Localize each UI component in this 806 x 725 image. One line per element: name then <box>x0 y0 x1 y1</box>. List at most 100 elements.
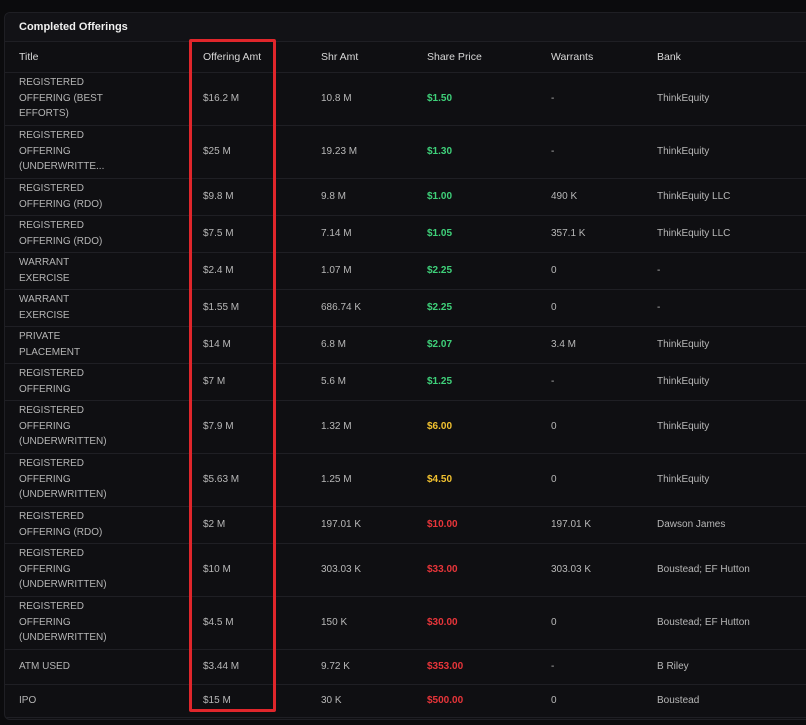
row-title: REGISTERED OFFERING (UNDERWRITTE... <box>5 125 189 179</box>
offerings-table: Title Offering Amt Shr Amt Share Price W… <box>5 42 806 718</box>
row-offering-amt: $25 M <box>189 125 321 179</box>
row-offering-amt: $7.9 M <box>189 400 321 454</box>
row-shr-amt: 19.23 M <box>321 125 427 179</box>
row-bank: Boustead; EF Hutton <box>657 596 806 650</box>
row-bank: ThinkEquity <box>657 125 806 179</box>
row-warrants: - <box>551 649 657 685</box>
row-shr-amt: 6.8 M <box>321 326 427 364</box>
row-bank: - <box>657 252 806 290</box>
table-row[interactable]: WARRANT EXERCISE $1.55 M 686.74 K $2.25 0- <box>5 289 806 327</box>
column-header-title[interactable]: Title <box>5 42 189 73</box>
row-warrants: 0 <box>551 400 657 454</box>
row-offering-amt: $9.8 M <box>189 178 321 216</box>
row-bank: ThinkEquity <box>657 453 806 507</box>
table-row[interactable]: REGISTERED OFFERING (UNDERWRITTEN) $10 M3… <box>5 543 806 597</box>
column-header-share-price[interactable]: Share Price <box>427 42 551 73</box>
table-row[interactable]: REGISTERED OFFERING (RDO) $7.5 M 7.14 M $1.… <box>5 215 806 253</box>
row-shr-amt: 30 K <box>321 684 427 718</box>
row-shr-amt: 5.6 M <box>321 363 427 401</box>
row-warrants: 0 <box>551 289 657 327</box>
row-bank: Boustead <box>657 684 806 718</box>
row-offering-amt: $5.63 M <box>189 453 321 507</box>
row-bank: ThinkEquity LLC <box>657 215 806 253</box>
table-row[interactable]: ATM USED $3.44 M 9.72 K $353.00- B Riley <box>5 649 806 685</box>
row-share-price: $2.25 <box>427 289 551 327</box>
row-share-price: $10.00 <box>427 506 551 544</box>
row-bank: - <box>657 289 806 327</box>
table-row[interactable]: REGISTERED OFFERING (UNDERWRITTE... $25 M… <box>5 125 806 179</box>
table-row[interactable]: WARRANT EXERCISE $2.4 M 1.07 M $2.25 0- <box>5 252 806 290</box>
row-title: IPO <box>5 684 189 718</box>
row-share-price: $500.00 <box>427 684 551 718</box>
row-bank: ThinkEquity <box>657 400 806 454</box>
row-title: WARRANT EXERCISE <box>5 289 189 327</box>
row-bank: ThinkEquity <box>657 363 806 401</box>
completed-offerings-panel: Completed Offerings Title Offering Amt S… <box>4 12 806 720</box>
row-shr-amt: 303.03 K <box>321 543 427 597</box>
panel-title: Completed Offerings <box>5 13 806 42</box>
row-bank: Boustead; EF Hutton <box>657 543 806 597</box>
row-warrants: - <box>551 125 657 179</box>
row-offering-amt: $14 M <box>189 326 321 364</box>
row-share-price: $2.25 <box>427 252 551 290</box>
row-shr-amt: 9.8 M <box>321 178 427 216</box>
row-warrants: 490 K <box>551 178 657 216</box>
table-header-row: Title Offering Amt Shr Amt Share Price W… <box>5 42 806 73</box>
row-shr-amt: 197.01 K <box>321 506 427 544</box>
row-title: REGISTERED OFFERING (BEST EFFORTS) <box>5 72 189 126</box>
row-offering-amt: $3.44 M <box>189 649 321 685</box>
row-offering-amt: $10 M <box>189 543 321 597</box>
row-offering-amt: $2 M <box>189 506 321 544</box>
row-title: WARRANT EXERCISE <box>5 252 189 290</box>
row-warrants: 357.1 K <box>551 215 657 253</box>
row-bank: ThinkEquity <box>657 326 806 364</box>
row-shr-amt: 7.14 M <box>321 215 427 253</box>
table-body: REGISTERED OFFERING (BEST EFFORTS) $16.2 … <box>5 72 806 718</box>
row-share-price: $1.25 <box>427 363 551 401</box>
row-share-price: $1.30 <box>427 125 551 179</box>
row-title: REGISTERED OFFERING (RDO) <box>5 178 189 216</box>
row-title: REGISTERED OFFERING (UNDERWRITTEN) <box>5 400 189 454</box>
row-shr-amt: 1.25 M <box>321 453 427 507</box>
row-title: REGISTERED OFFERING <box>5 363 189 401</box>
row-warrants: 0 <box>551 453 657 507</box>
row-share-price: $6.00 <box>427 400 551 454</box>
row-title: REGISTERED OFFERING (RDO) <box>5 506 189 544</box>
row-warrants: 3.4 M <box>551 326 657 364</box>
row-share-price: $353.00 <box>427 649 551 685</box>
row-title: REGISTERED OFFERING (RDO) <box>5 215 189 253</box>
table-row[interactable]: PRIVATE PLACEMENT $14 M 6.8 M $2.07 3.4 M Thi… <box>5 326 806 364</box>
column-header-warrants[interactable]: Warrants <box>551 42 657 73</box>
row-share-price: $2.07 <box>427 326 551 364</box>
row-warrants: 0 <box>551 684 657 718</box>
row-share-price: $1.50 <box>427 72 551 126</box>
row-title: REGISTERED OFFERING (UNDERWRITTEN) <box>5 543 189 597</box>
row-shr-amt: 150 K <box>321 596 427 650</box>
table-row[interactable]: REGISTERED OFFERING (UNDERWRITTEN) $7.9 M… <box>5 400 806 454</box>
row-offering-amt: $1.55 M <box>189 289 321 327</box>
row-share-price: $33.00 <box>427 543 551 597</box>
row-title: REGISTERED OFFERING (UNDERWRITTEN) <box>5 453 189 507</box>
table-row[interactable]: REGISTERED OFFERING $7 M 5.6 M $1.25- ThinkE… <box>5 363 806 401</box>
column-header-shr-amt[interactable]: Shr Amt <box>321 42 427 73</box>
row-share-price: $1.05 <box>427 215 551 253</box>
row-bank: ThinkEquity LLC <box>657 178 806 216</box>
row-title: REGISTERED OFFERING (UNDERWRITTEN) <box>5 596 189 650</box>
row-offering-amt: $15 M <box>189 684 321 718</box>
table-row[interactable]: REGISTERED OFFERING (UNDERWRITTEN) $5.63 … <box>5 453 806 507</box>
table-row[interactable]: REGISTERED OFFERING (RDO) $2 M 197.01 K $10… <box>5 506 806 544</box>
table-row[interactable]: REGISTERED OFFERING (RDO) $9.8 M 9.8 M $1.0… <box>5 178 806 216</box>
row-offering-amt: $7 M <box>189 363 321 401</box>
table-row[interactable]: REGISTERED OFFERING (BEST EFFORTS) $16.2 … <box>5 72 806 126</box>
row-warrants: - <box>551 72 657 126</box>
column-header-bank[interactable]: Bank <box>657 42 806 73</box>
row-shr-amt: 1.07 M <box>321 252 427 290</box>
table-row[interactable]: IPO $15 M 30 K $500.00 0 Boustead <box>5 684 806 718</box>
column-header-offering-amt[interactable]: Offering Amt <box>189 42 321 73</box>
row-shr-amt: 686.74 K <box>321 289 427 327</box>
row-shr-amt: 10.8 M <box>321 72 427 126</box>
table-row[interactable]: REGISTERED OFFERING (UNDERWRITTEN) $4.5 M… <box>5 596 806 650</box>
row-warrants: 0 <box>551 252 657 290</box>
row-offering-amt: $2.4 M <box>189 252 321 290</box>
row-share-price: $30.00 <box>427 596 551 650</box>
